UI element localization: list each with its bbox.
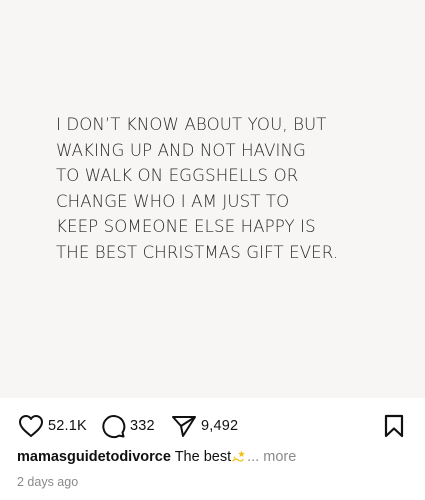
like-count: 52.1K bbox=[48, 418, 87, 434]
heart-icon bbox=[19, 415, 43, 437]
like-button[interactable]: 52.1K bbox=[18, 413, 87, 439]
caption-more-link[interactable]: ... more bbox=[247, 449, 296, 465]
post-image[interactable]: I DON’T KNOW ABOUT YOU, BUT WAKING UP AN… bbox=[0, 0, 425, 398]
post-quote-text: I DON’T KNOW ABOUT YOU, BUT WAKING UP AN… bbox=[56, 115, 339, 262]
caption-text: The best bbox=[174, 449, 232, 465]
post-action-bar: 52.1K 332 9,492 bbox=[0, 405, 425, 445]
share-button[interactable]: 9,492 bbox=[171, 413, 238, 439]
post-timestamp: 2 days ago bbox=[17, 475, 79, 489]
comment-count: 332 bbox=[130, 418, 155, 434]
save-button[interactable] bbox=[383, 413, 407, 439]
comment-button[interactable]: 332 bbox=[100, 413, 155, 439]
comment-bubble-icon bbox=[102, 415, 126, 439]
dizzy-star-emoji-icon bbox=[232, 450, 245, 462]
share-count: 9,492 bbox=[201, 418, 239, 434]
caption-username[interactable]: mamasguidetodivorce bbox=[17, 449, 171, 465]
bookmark-icon bbox=[384, 414, 404, 438]
post-caption: mamasguidetodivorce The best ... more bbox=[17, 449, 417, 469]
paper-plane-icon bbox=[172, 416, 196, 437]
